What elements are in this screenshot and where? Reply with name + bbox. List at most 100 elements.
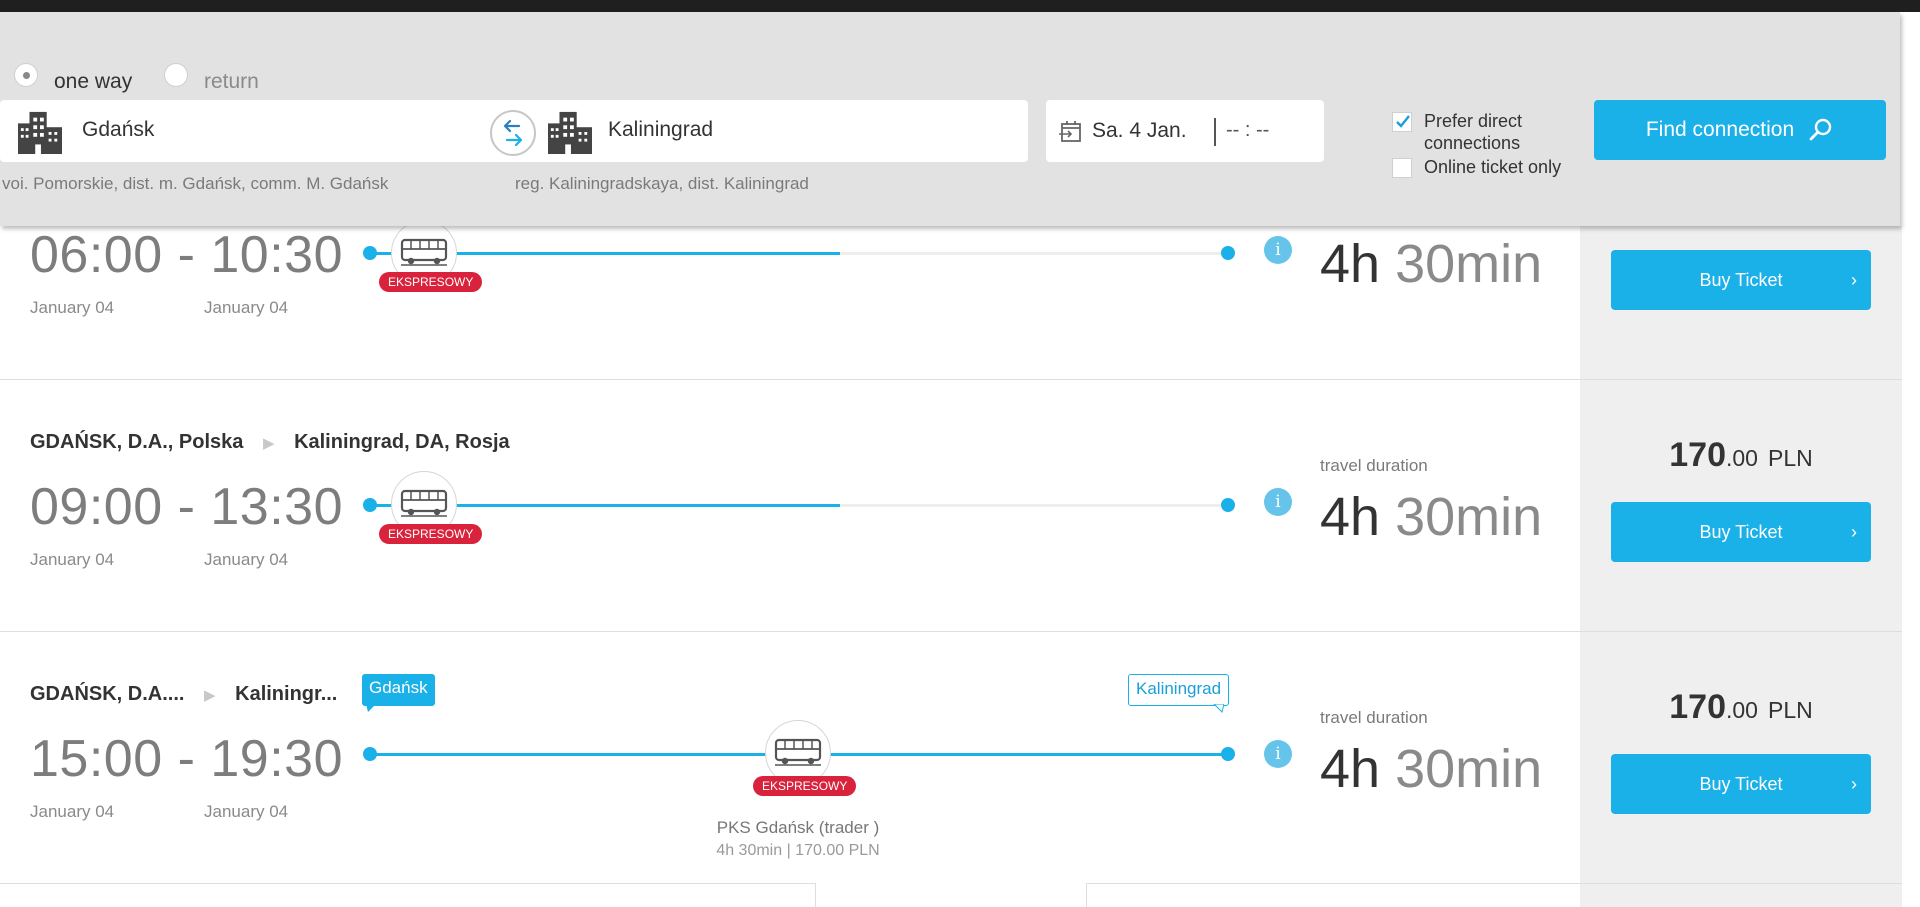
departure-date: January 04 (30, 298, 115, 317)
arrival-stop-name: Kaliningrad (1136, 679, 1222, 698)
swap-cities-button[interactable] (490, 110, 536, 156)
price-decimal: .00 (1726, 445, 1758, 471)
route-remaining-line (840, 504, 1228, 507)
arrival-time: 10:30 (210, 226, 343, 284)
radio-return[interactable]: return (164, 56, 259, 94)
to-field[interactable]: Kaliningrad (530, 100, 1028, 162)
departure-time: 15:00 (30, 730, 163, 788)
buy-ticket-button[interactable]: Buy Ticket › (1611, 754, 1871, 814)
departure-arrival-time: 09:00 - 13:30 (30, 478, 343, 536)
radio-return-circle[interactable] (164, 63, 188, 87)
route-from: GDAŃSK, D.A., Polska (30, 431, 244, 453)
route-arrow-icon: ▶ (204, 687, 216, 704)
arrival-date: January 04 (204, 802, 289, 821)
from-region: voi. Pomorskie, dist. m. Gdańsk, comm. M… (2, 174, 389, 193)
arrival-time: 19:30 (210, 730, 343, 788)
to-region: reg. Kaliningradskaya, dist. Kaliningrad (515, 174, 809, 193)
tag-pointer-icon (1213, 704, 1225, 713)
arrival-dot (1221, 747, 1235, 761)
row-divider (0, 379, 1902, 380)
route-title: GDAŃSK, D.A., Polska ▶ Kaliningrad, DA, … (30, 431, 510, 454)
from-city-input[interactable]: Gdańsk (82, 118, 154, 142)
price-integer: 170 (1669, 688, 1726, 726)
radio-one-way[interactable]: one way (14, 56, 132, 94)
info-icon[interactable]: i (1264, 236, 1292, 264)
price-integer: 170 (1669, 436, 1726, 474)
duration-minutes: 30min (1395, 487, 1543, 547)
time-input[interactable]: -- : -- (1226, 119, 1269, 142)
route-title: GDAŃSK, D.A.... ▶ Kaliningr... (30, 683, 337, 706)
radio-one-way-circle[interactable] (14, 63, 38, 87)
info-icon[interactable]: i (1264, 740, 1292, 768)
top-bar (0, 0, 1920, 12)
travel-duration: 4h 30min (1320, 738, 1542, 800)
duration-hours: 4h (1320, 739, 1381, 799)
calendar-icon (1059, 121, 1081, 142)
radio-return-label: return (204, 70, 259, 93)
ticket-price: 170.00 PLN (1641, 436, 1841, 475)
info-icon[interactable]: i (1264, 488, 1292, 516)
buy-ticket-button[interactable]: Buy Ticket › (1611, 250, 1871, 310)
buy-ticket-label: Buy Ticket (1699, 269, 1783, 290)
city-building-icon (546, 110, 594, 154)
direct-connections-label: Prefer direct connections (1424, 111, 1523, 153)
departure-time: 09:00 (30, 478, 163, 536)
departure-date: January 04 (30, 802, 115, 821)
express-badge: EKSPRESOWY (379, 524, 483, 544)
city-building-icon (16, 110, 64, 154)
departure-dot (363, 498, 377, 512)
row-divider (0, 631, 1902, 632)
route-from: GDAŃSK, D.A.... (30, 683, 185, 705)
chevron-right-icon: › (1851, 269, 1857, 290)
arrival-stop-tag: Kaliningrad (1128, 674, 1230, 713)
travel-duration: 4h 30min (1320, 486, 1542, 548)
buy-ticket-label: Buy Ticket (1699, 521, 1783, 542)
arrival-date: January 04 (204, 550, 289, 569)
arrival-dot (1221, 498, 1235, 512)
departure-arrival-time: 06:00 - 10:30 (30, 226, 343, 284)
chevron-right-icon: › (1851, 773, 1857, 794)
online-ticket-label: Online ticket only (1424, 157, 1562, 177)
buy-ticket-label: Buy Ticket (1699, 773, 1783, 794)
travel-duration: 4h 30min (1320, 233, 1542, 295)
checkmark-icon (1396, 115, 1410, 128)
tag-pointer-icon (366, 704, 376, 712)
price-currency: PLN (1767, 697, 1813, 723)
chevron-right-icon: › (1851, 521, 1857, 542)
date-field[interactable]: Sa. 4 Jan. -- : -- (1046, 100, 1324, 162)
details-tab[interactable] (815, 883, 1087, 907)
option-online-ticket[interactable]: Online ticket only (1392, 156, 1561, 178)
date-value[interactable]: Sa. 4 Jan. (1092, 119, 1187, 143)
find-connection-button[interactable]: Find connection (1594, 100, 1886, 160)
find-connection-label: Find connection (1645, 118, 1795, 141)
duration-minutes: 30min (1395, 234, 1543, 294)
route-to: Kaliningr... (235, 683, 338, 705)
travel-duration-label: travel duration (1320, 456, 1428, 475)
price-decimal: .00 (1726, 697, 1758, 723)
departure-arrival-time: 15:00 - 19:30 (30, 730, 343, 788)
departure-stop-tag: Gdańsk (362, 674, 435, 712)
route-to: Kaliningrad, DA, Rosja (294, 431, 510, 453)
from-field[interactable]: Gdańsk (0, 100, 510, 162)
operator-name: PKS Gdańsk (trader ) (716, 818, 880, 837)
radio-one-way-label: one way (54, 70, 133, 93)
duration-minutes: 30min (1395, 739, 1543, 799)
departure-dot (363, 246, 377, 260)
option-direct-connections[interactable]: Prefer direct connections (1392, 110, 1554, 154)
departure-stop-name: Gdańsk (369, 678, 428, 697)
duration-hours: 4h (1320, 487, 1381, 547)
price-currency: PLN (1767, 445, 1813, 471)
route-remaining-line (840, 252, 1228, 255)
arrival-date: January 04 (204, 298, 289, 317)
buy-ticket-button[interactable]: Buy Ticket › (1611, 502, 1871, 562)
online-ticket-checkbox[interactable] (1392, 158, 1412, 178)
travel-duration-label: travel duration (1320, 708, 1428, 727)
arrival-dot (1221, 246, 1235, 260)
route-arrow-icon: ▶ (262, 435, 275, 452)
duration-hours: 4h (1320, 234, 1381, 294)
direct-connections-checkbox[interactable] (1392, 112, 1412, 132)
departure-date: January 04 (30, 550, 115, 569)
to-city-input[interactable]: Kaliningrad (608, 118, 713, 142)
time-divider (1214, 118, 1216, 146)
departure-time: 06:00 (30, 226, 163, 284)
